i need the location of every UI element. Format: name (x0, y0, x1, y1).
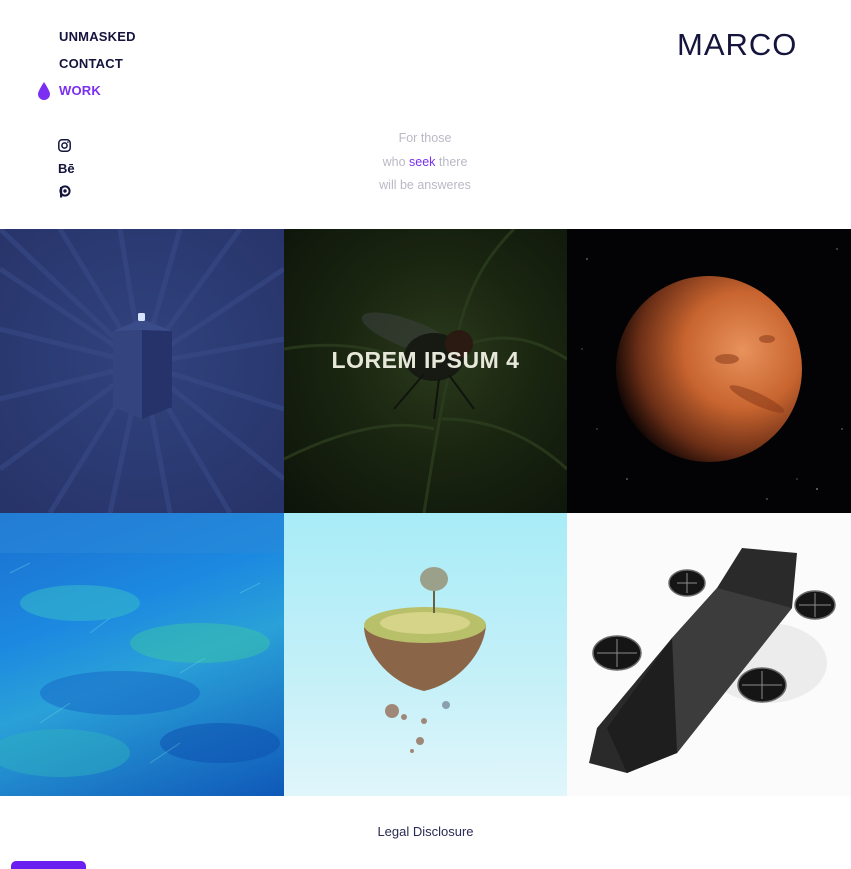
nav-item-work[interactable]: WORK (38, 82, 136, 111)
nav-item-label: WORK (59, 83, 101, 98)
behance-icon: Bē (58, 161, 75, 176)
main-nav: UNMASKED CONTACT WORK (38, 30, 136, 111)
tagline-line-2: who seek there (325, 151, 525, 175)
tagline: For those who seek there will be answere… (325, 127, 525, 198)
nav-item-label: UNMASKED (59, 29, 136, 44)
spaceship-image (589, 548, 836, 773)
floating-action-button[interactable] (11, 861, 86, 869)
blue-box-image (0, 229, 284, 513)
gallery-tile-floating-island[interactable] (284, 513, 567, 796)
nav-item-label: CONTACT (59, 56, 123, 71)
tagline-highlight: seek (409, 154, 436, 169)
tagline-text: who (382, 154, 406, 169)
gallery-tile-spaceship[interactable] (567, 513, 851, 796)
gallery-tile-mars[interactable] (567, 229, 851, 513)
site-logo[interactable]: MARCO (677, 27, 797, 63)
floating-island-image (364, 567, 486, 753)
instagram-icon (58, 139, 71, 152)
tagline-line-3: will be answeres (379, 178, 471, 192)
tile-title: LOREM IPSUM 4 (331, 347, 520, 373)
behance-link[interactable]: Bē (58, 157, 75, 180)
gallery-tile-blue-box[interactable] (0, 229, 284, 513)
legal-disclosure-link[interactable]: Legal Disclosure (0, 824, 851, 839)
tagline-text: there (438, 154, 468, 169)
instagram-link[interactable] (58, 134, 75, 157)
patreon-link[interactable] (58, 180, 75, 203)
blue-grass-image (0, 513, 284, 777)
drop-icon (38, 82, 50, 100)
tagline-line-1: For those (398, 131, 452, 145)
nav-item-unmasked[interactable]: UNMASKED (59, 30, 136, 57)
gallery-tile-fly[interactable]: LOREM IPSUM 4 (284, 229, 567, 513)
nav-item-contact[interactable]: CONTACT (59, 57, 136, 84)
mars-image (567, 229, 851, 513)
patreon-icon (59, 185, 71, 198)
gallery-grid: LOREM IPSUM 4 (0, 229, 851, 796)
social-links: Bē (58, 134, 75, 203)
gallery-tile-blue-grass[interactable] (0, 513, 284, 796)
